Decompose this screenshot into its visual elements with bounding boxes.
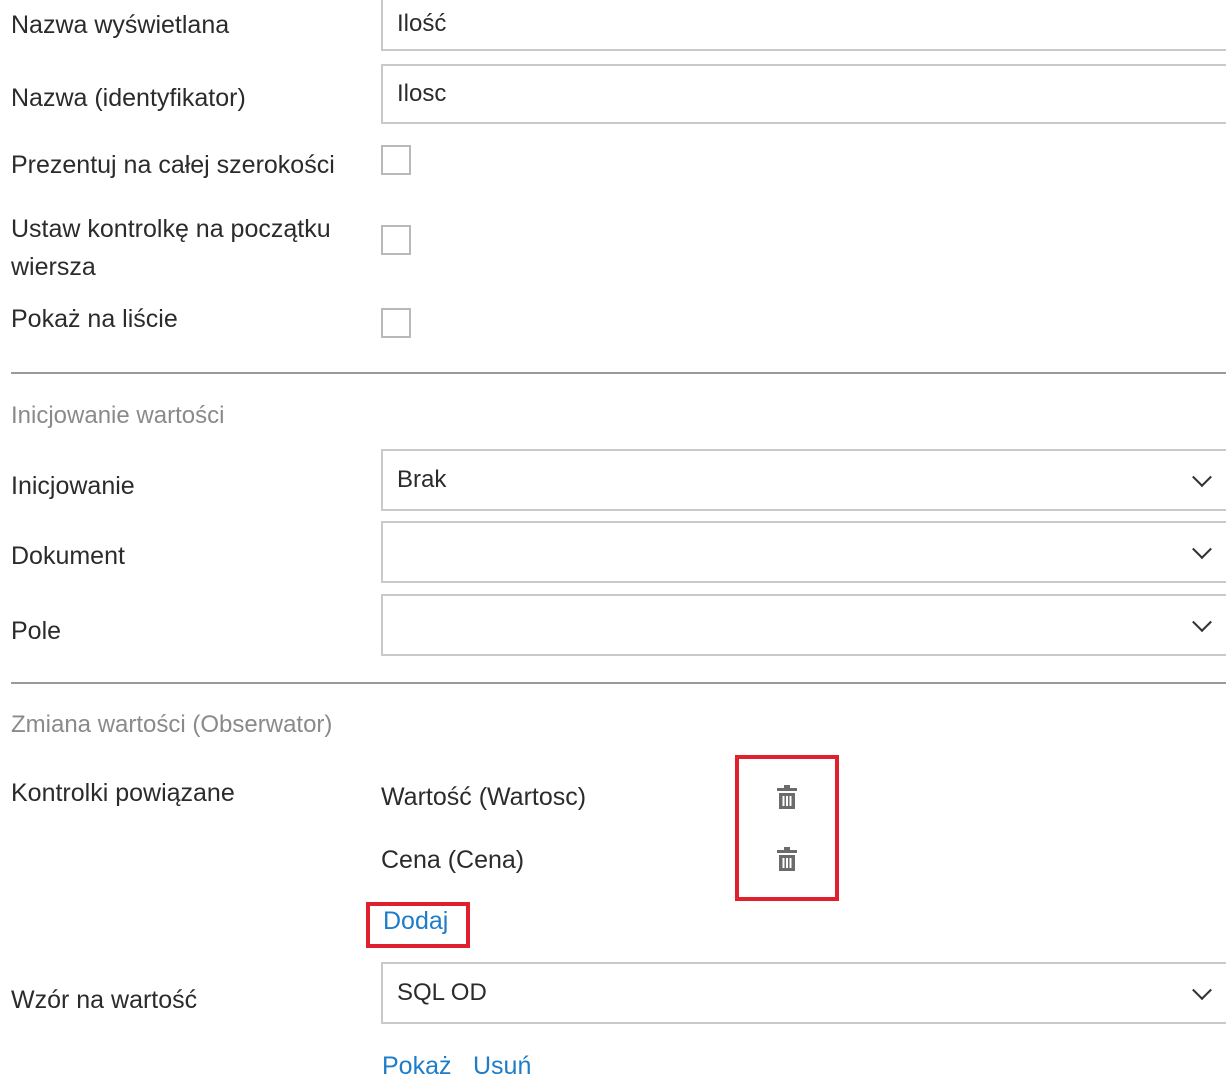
- remove-link[interactable]: Usuń: [473, 1052, 531, 1077]
- document-select[interactable]: [381, 521, 1226, 583]
- trash-icons-highlight: [735, 755, 839, 901]
- display-name-input[interactable]: Ilość: [381, 0, 1226, 51]
- formula-select[interactable]: SQL OD: [381, 962, 1226, 1024]
- show-link[interactable]: Pokaż: [382, 1052, 451, 1077]
- row-start-label: Ustaw kontrolkę na początku wiersza: [11, 215, 331, 281]
- identifier-label: Nazwa (identyfikator): [11, 84, 246, 112]
- section-divider: [11, 682, 1226, 684]
- init-section-title: Inicjowanie wartości: [11, 402, 225, 429]
- full-width-label: Prezentuj na całej szerokości: [11, 151, 335, 179]
- identifier-value: Ilosc: [397, 80, 447, 107]
- chevron-down-icon: [1192, 980, 1212, 1001]
- observer-section-title: Zmiana wartości (Obserwator): [11, 711, 333, 738]
- row-start-checkbox[interactable]: [381, 225, 411, 255]
- initialization-select[interactable]: Brak: [381, 449, 1226, 511]
- show-on-list-checkbox[interactable]: [381, 308, 411, 338]
- show-on-list-label: Pokaż na liście: [11, 305, 178, 333]
- document-label: Dokument: [11, 542, 125, 570]
- chevron-down-icon: [1192, 612, 1212, 633]
- related-controls-label: Kontrolki powiązane: [11, 779, 235, 807]
- section-divider: [11, 372, 1226, 374]
- control-properties-form: Nazwa wyświetlana Ilość Nazwa (identyfik…: [0, 0, 1226, 1077]
- display-name-label: Nazwa wyświetlana: [11, 11, 230, 39]
- full-width-checkbox[interactable]: [381, 145, 411, 175]
- chevron-down-icon: [1192, 467, 1212, 488]
- related-item-wartosc: Wartość (Wartosc): [381, 783, 587, 811]
- initialization-label: Inicjowanie: [11, 472, 135, 500]
- add-link-highlight: [366, 902, 470, 948]
- field-label: Pole: [11, 617, 62, 645]
- initialization-value: Brak: [397, 466, 447, 493]
- related-item-cena: Cena (Cena): [381, 846, 525, 874]
- field-select[interactable]: [381, 594, 1226, 656]
- formula-value: SQL OD: [397, 979, 487, 1006]
- identifier-input[interactable]: Ilosc: [381, 64, 1226, 124]
- chevron-down-icon: [1192, 539, 1212, 560]
- display-name-value: Ilość: [397, 9, 447, 37]
- formula-label: Wzór na wartość: [11, 986, 198, 1014]
